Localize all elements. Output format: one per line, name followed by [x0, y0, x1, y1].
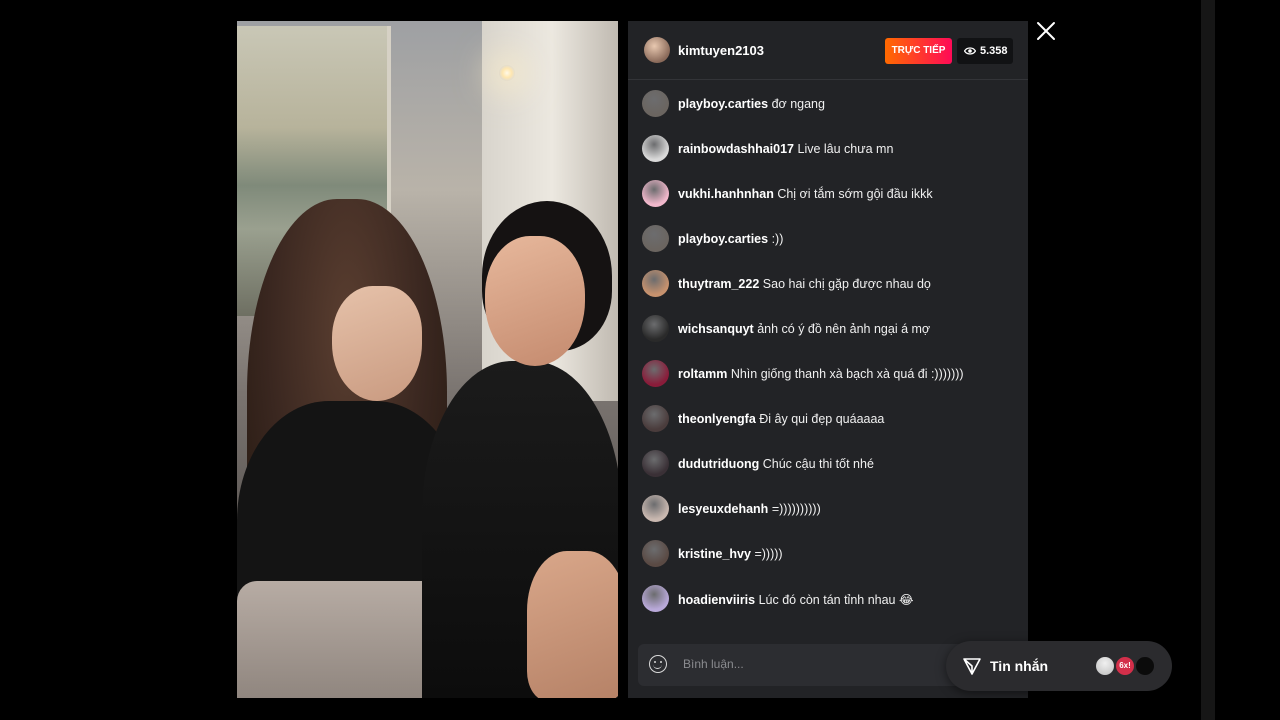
background-lamp	[499, 65, 515, 81]
commenter-avatar[interactable]	[642, 180, 669, 207]
comment-text: Live lâu chưa mn	[797, 142, 894, 156]
commenter-avatar[interactable]	[642, 135, 669, 162]
comment-item: dudutriduong Chúc cậu thi tốt nhé	[642, 450, 1022, 478]
comment-text: Nhìn giống thanh xà bạch xà quá đi :))))…	[730, 367, 964, 381]
comment-username[interactable]: roltamm	[678, 367, 727, 381]
eye-icon	[963, 38, 977, 74]
avatar	[1094, 655, 1116, 677]
comment-username[interactable]: kristine_hvy	[678, 547, 751, 561]
chat-header: kimtuyen2103 TRỰC TIẾP 5.358	[628, 21, 1028, 80]
commenter-avatar[interactable]	[642, 450, 669, 477]
comment-text: Chị ơi tắm sớm gội đầu ikkk	[777, 187, 933, 201]
comment-username[interactable]: playboy.carties	[678, 232, 768, 246]
comment-item: hoadienviiris Lúc đó còn tán tỉnh nhau 😂	[642, 585, 1022, 613]
comment-username[interactable]: hoadienviiris	[678, 593, 755, 607]
comment-item: playboy.carties :))	[642, 225, 1022, 253]
messages-label: Tin nhắn	[990, 658, 1049, 674]
comment-text: =)))))	[754, 547, 783, 561]
commenter-avatar[interactable]	[642, 270, 669, 297]
messages-button[interactable]: Tin nhắn 6x!	[946, 641, 1172, 691]
comment-username[interactable]: lesyeuxdehanh	[678, 502, 768, 516]
page-scrollbar[interactable]	[1201, 0, 1215, 720]
commenter-avatar[interactable]	[642, 540, 669, 567]
comment-username[interactable]: wichsanquyt	[678, 322, 754, 336]
comment-username[interactable]: playboy.carties	[678, 97, 768, 111]
comment-username[interactable]: thuytram_222	[678, 277, 759, 291]
streamer-left-face	[332, 286, 422, 401]
comment-text: Sao hai chị gặp được nhau dọ	[762, 277, 931, 291]
close-icon	[1037, 22, 1055, 40]
avatar: 6x!	[1114, 655, 1136, 677]
comment-text: Đi ây qui đẹp quáaaaa	[759, 412, 885, 426]
comment-text: đơ ngang	[771, 97, 825, 111]
comment-item: wichsanquyt ảnh có ý đồ nên ảnh ngại á m…	[642, 315, 1022, 343]
commenter-avatar[interactable]	[642, 315, 669, 342]
comment-input[interactable]: Bình luận...	[683, 657, 744, 671]
commenter-avatar[interactable]	[642, 360, 669, 387]
comment-item: roltamm Nhìn giống thanh xà bạch xà quá …	[642, 360, 1022, 388]
commenter-avatar[interactable]	[642, 90, 669, 117]
comment-text: ảnh có ý đồ nên ảnh ngại á mợ	[757, 322, 931, 336]
comment-username[interactable]: theonlyengfa	[678, 412, 756, 426]
commenter-avatar[interactable]	[642, 585, 669, 612]
comment-text: Chúc cậu thi tốt nhé	[762, 457, 874, 471]
comment-username[interactable]: vukhi.hanhnhan	[678, 187, 774, 201]
comment-item: playboy.carties đơ ngang	[642, 90, 1022, 118]
avatar	[1134, 655, 1156, 677]
comment-item: lesyeuxdehanh =))))))))))	[642, 495, 1022, 523]
comment-text: =))))))))))	[771, 502, 821, 516]
live-video[interactable]	[237, 21, 618, 698]
commenter-avatar[interactable]	[642, 225, 669, 252]
streamer-right-face	[485, 236, 585, 366]
comment-item: theonlyengfa Đi ây qui đẹp quáaaaa	[642, 405, 1022, 433]
comment-text: Lúc đó còn tán tỉnh nhau 😂	[758, 593, 914, 607]
viewer-count-badge: 5.358	[957, 38, 1013, 64]
commenter-avatar[interactable]	[642, 495, 669, 522]
host-avatar[interactable]	[644, 37, 670, 63]
comment-username[interactable]: dudutriduong	[678, 457, 759, 471]
smile-icon[interactable]	[649, 655, 667, 673]
streamer-right-hand	[527, 551, 618, 698]
live-badge: TRỰC TIẾP	[885, 38, 952, 64]
viewer-count: 5.358	[980, 45, 1008, 57]
comment-item: vukhi.hanhnhan Chị ơi tắm sớm gội đầu ik…	[642, 180, 1022, 208]
commenter-avatar[interactable]	[642, 405, 669, 432]
message-avatars: 6x!	[1094, 655, 1158, 677]
comment-item: thuytram_222 Sao hai chị gặp được nhau d…	[642, 270, 1022, 298]
comment-item: kristine_hvy =)))))	[642, 540, 1022, 568]
live-chat-panel: kimtuyen2103 TRỰC TIẾP 5.358 playboy.car…	[628, 21, 1028, 698]
comment-username[interactable]: rainbowdashhai017	[678, 142, 794, 156]
comment-item: rainbowdashhai017 Live lâu chưa mn	[642, 135, 1022, 163]
host-username[interactable]: kimtuyen2103	[678, 43, 764, 58]
send-icon	[963, 658, 981, 675]
comment-text: :))	[771, 232, 784, 246]
close-button[interactable]	[1034, 19, 1058, 43]
